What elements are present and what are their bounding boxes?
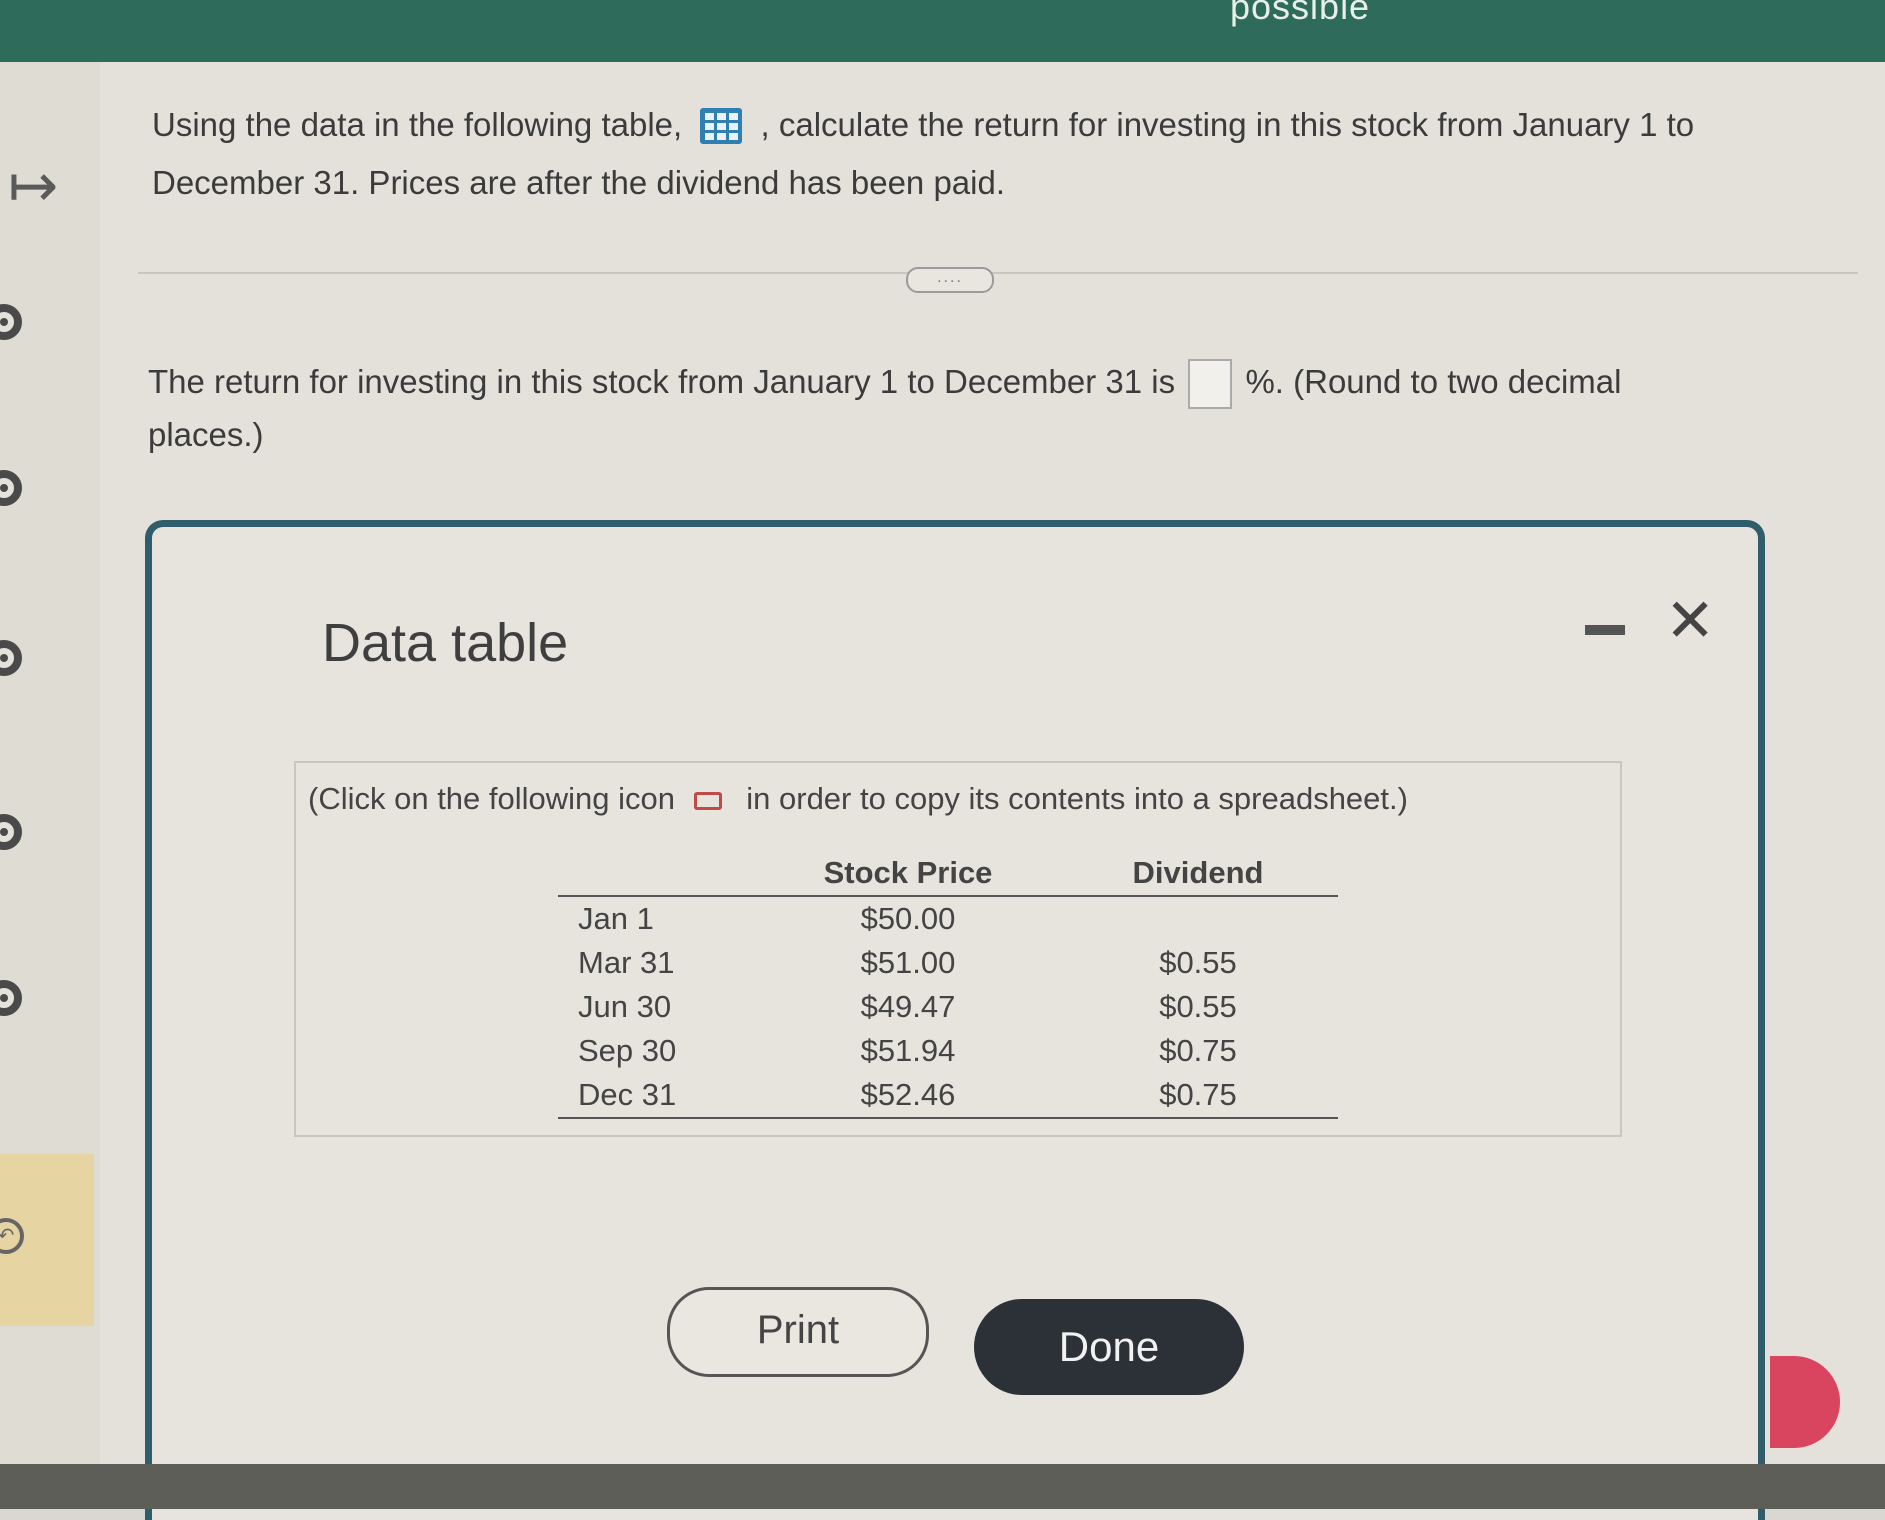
- question-status-icon[interactable]: [0, 304, 22, 340]
- table-row: Sep 30 $51.94 $0.75: [558, 1029, 1338, 1073]
- dividend-cell: $0.55: [1159, 945, 1237, 980]
- done-button[interactable]: Done: [974, 1299, 1244, 1395]
- date-cell: Dec 31: [558, 1073, 758, 1119]
- data-table-dialog: Data table ✕ (Click on the following ico…: [145, 520, 1765, 1520]
- answer-prompt: The return for investing in this stock f…: [148, 356, 1708, 461]
- answer-input[interactable]: [1188, 359, 1233, 410]
- table-row: Dec 31 $52.46 $0.75: [558, 1073, 1338, 1119]
- price-cell: $51.00: [860, 945, 956, 980]
- column-header: [558, 855, 758, 897]
- date-cell: Mar 31: [578, 945, 675, 980]
- question-status-icon[interactable]: [0, 814, 22, 850]
- dividend-cell: $0.75: [1058, 1073, 1338, 1119]
- minimize-icon[interactable]: [1585, 625, 1625, 635]
- copy-instruction: (Click on the following icon in order to…: [308, 781, 1408, 817]
- left-rail: ↦ ↶: [0, 62, 100, 1509]
- date-cell: Jun 30: [578, 989, 672, 1024]
- question-status-icon[interactable]: [0, 980, 22, 1016]
- dividend-cell: $0.55: [1159, 989, 1237, 1024]
- copy-instruction-after: in order to copy its contents into a spr…: [746, 781, 1408, 816]
- dividend-cell: $0.75: [1159, 1033, 1237, 1068]
- column-header: Dividend: [1058, 855, 1338, 897]
- copy-icon[interactable]: [693, 791, 722, 810]
- expand-arrow-icon[interactable]: ↦: [8, 156, 58, 216]
- top-bar-text: possible: [1230, 0, 1371, 27]
- price-cell: $49.47: [860, 989, 956, 1024]
- print-button[interactable]: Print: [667, 1287, 929, 1377]
- top-bar: possible: [0, 0, 1885, 62]
- column-header: Stock Price: [758, 855, 1058, 897]
- price-cell: $50.00: [860, 901, 956, 936]
- question-text-before: Using the data in the following table,: [152, 106, 683, 143]
- dividend-cell: [1058, 896, 1338, 941]
- copy-instruction-before: (Click on the following icon: [308, 781, 676, 816]
- question-status-icon[interactable]: [0, 470, 22, 506]
- stock-data-table: Stock Price Dividend Jan 1 $50.00 Mar 31…: [558, 855, 1338, 1119]
- table-grid-icon[interactable]: [699, 105, 743, 145]
- table-header-row: Stock Price Dividend: [558, 855, 1338, 897]
- table-row: Mar 31 $51.00 $0.55: [558, 941, 1338, 985]
- expand-more-button[interactable]: ....: [906, 267, 994, 293]
- date-cell: Jan 1: [578, 901, 654, 936]
- table-row: Jun 30 $49.47 $0.55: [558, 985, 1338, 1029]
- data-panel: (Click on the following icon in order to…: [294, 761, 1622, 1137]
- date-cell: Sep 30: [578, 1033, 677, 1068]
- close-icon[interactable]: ✕: [1665, 591, 1715, 651]
- table-row: Jan 1 $50.00: [558, 896, 1338, 941]
- answer-text-before: The return for investing in this stock f…: [148, 363, 1176, 400]
- price-cell: $51.94: [860, 1033, 956, 1068]
- question-status-icon[interactable]: [0, 640, 22, 676]
- price-cell: $52.46: [758, 1073, 1058, 1119]
- question-text: Using the data in the following table, ,…: [152, 96, 1792, 212]
- dialog-title: Data table: [322, 613, 569, 673]
- section-divider: [138, 272, 1858, 274]
- screen-bezel: [0, 1464, 1885, 1509]
